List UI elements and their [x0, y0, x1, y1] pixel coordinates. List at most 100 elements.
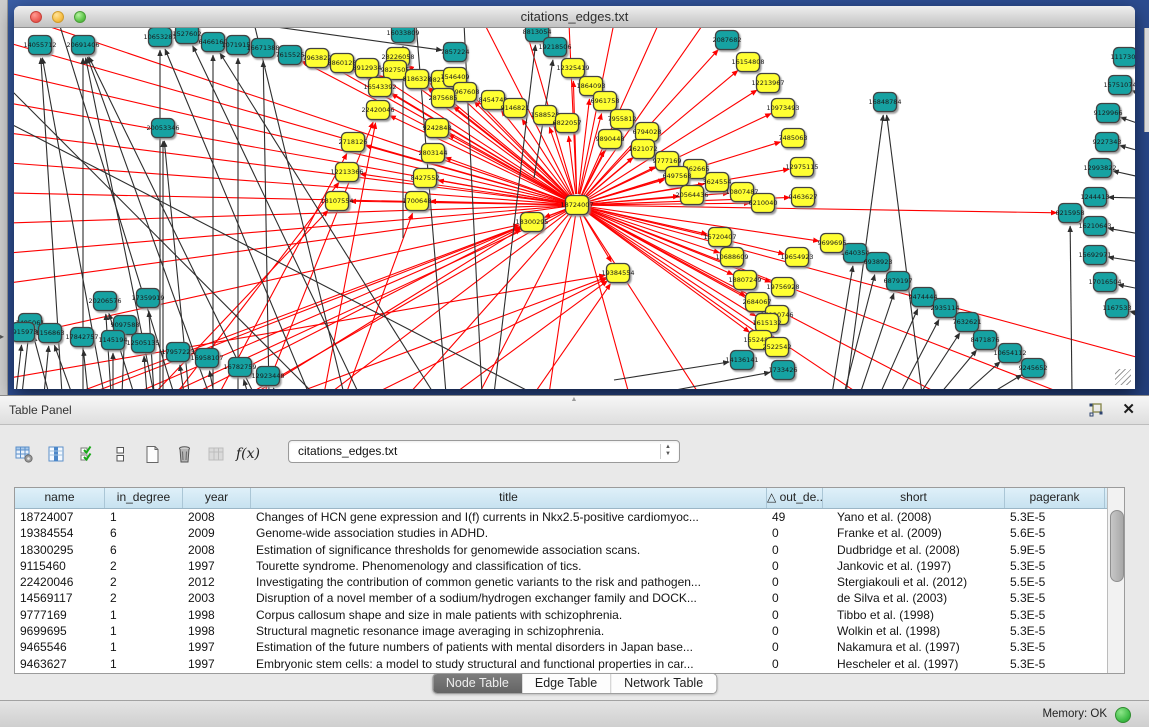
- graph-node[interactable]: 12213967: [751, 74, 784, 93]
- graph-node[interactable]: 2522542: [763, 338, 792, 357]
- graph-node[interactable]: 19654923: [780, 248, 813, 267]
- graph-node[interactable]: 17359919: [131, 289, 164, 308]
- merge-rows-icon[interactable]: [106, 440, 134, 468]
- graph-node[interactable]: 20053346: [146, 119, 179, 138]
- table-row[interactable]: 1830029562008Estimation of significance …: [15, 542, 1124, 558]
- graph-node[interactable]: 9129966: [1094, 104, 1123, 123]
- table-row[interactable]: 2242004622012Investigating the contribut…: [15, 574, 1124, 590]
- graph-node[interactable]: 15692971: [1078, 246, 1111, 265]
- table-row[interactable]: 1938455462009Genome-wide association stu…: [15, 525, 1124, 541]
- table-selector-dropdown[interactable]: citations_edges.txt ▲▼: [288, 440, 680, 463]
- graph-node[interactable]: 6497568: [663, 167, 692, 186]
- graph-node[interactable]: 10973493: [766, 99, 799, 118]
- graph-node[interactable]: 1145194: [99, 331, 128, 350]
- graph-node[interactable]: 16848784: [868, 93, 901, 112]
- graph-node[interactable]: 19756928: [766, 278, 799, 297]
- citation-network-graph[interactable]: 1872400714055712206914061065328715276026…: [14, 28, 1135, 389]
- graph-node[interactable]: 6938923: [864, 253, 893, 272]
- table-settings-icon[interactable]: [10, 440, 38, 468]
- graph-node[interactable]: 17842757: [65, 328, 98, 347]
- graph-node[interactable]: 19384554: [601, 264, 634, 283]
- table-row[interactable]: 946554611997Estimation of the future num…: [15, 639, 1124, 655]
- graph-node[interactable]: 6879197: [884, 272, 913, 291]
- graph-node[interactable]: 9242848: [423, 119, 452, 138]
- close-panel-icon[interactable]: ✕: [1122, 400, 1135, 418]
- graph-node[interactable]: 8471876: [971, 331, 1000, 350]
- table-row[interactable]: 911546021997Tourette syndrome. Phenomeno…: [15, 558, 1124, 574]
- graph-node[interactable]: 2718126: [339, 133, 368, 152]
- graph-node[interactable]: 7485063: [779, 129, 808, 148]
- graph-node[interactable]: 1733426: [769, 361, 798, 380]
- graph-node[interactable]: 18807249: [728, 271, 761, 290]
- table-row[interactable]: 969969511998Structural magnetic resonanc…: [15, 623, 1124, 639]
- column-header-title[interactable]: title: [251, 488, 767, 508]
- graph-node[interactable]: 18107554: [320, 192, 353, 211]
- graph-node[interactable]: 9890448: [596, 130, 625, 149]
- graph-node[interactable]: 9699695: [818, 234, 847, 253]
- network-view-canvas[interactable]: 1872400714055712206914061065328715276026…: [14, 28, 1135, 389]
- graph-node[interactable]: 18300295: [515, 213, 548, 232]
- column-header-short[interactable]: short: [823, 488, 1005, 508]
- column-header-out_degree[interactable]: △ out_de...: [767, 488, 823, 508]
- graph-node[interactable]: 12975115: [785, 158, 818, 177]
- graph-node[interactable]: 9463627: [789, 188, 818, 207]
- panel-resize-grip-icon[interactable]: ▲: [570, 397, 579, 402]
- graph-node[interactable]: 14055712: [23, 36, 56, 55]
- table-row[interactable]: 1872400712008Changes of HCN gene express…: [15, 509, 1124, 525]
- graph-node[interactable]: 1527602: [173, 28, 202, 44]
- graph-node[interactable]: 6210040: [749, 194, 778, 213]
- graph-node[interactable]: 1117304: [1111, 48, 1135, 67]
- window-resize-grip[interactable]: [1115, 369, 1131, 385]
- graph-node[interactable]: 20691406: [66, 36, 99, 55]
- graph-node[interactable]: 18724007: [560, 196, 593, 215]
- graph-node[interactable]: 8215958: [1056, 204, 1085, 223]
- graph-node[interactable]: 7632621: [953, 313, 982, 332]
- create-column-icon[interactable]: [138, 440, 166, 468]
- graph-node[interactable]: 1700648: [403, 192, 432, 211]
- graph-node[interactable]: 1244413: [1081, 188, 1110, 207]
- network-window-titlebar[interactable]: citations_edges.txt: [14, 6, 1135, 28]
- memory-ok-indicator-icon[interactable]: [1115, 707, 1131, 723]
- graph-node[interactable]: 7857224: [441, 43, 470, 62]
- graph-node[interactable]: 16033809: [386, 28, 419, 43]
- graph-node[interactable]: 16543392: [363, 78, 396, 97]
- graph-node[interactable]: 1167533: [1103, 299, 1132, 318]
- graph-node[interactable]: 12213366: [330, 163, 363, 182]
- graph-node[interactable]: 6794028: [633, 123, 662, 142]
- graph-node[interactable]: 2087682: [713, 31, 742, 50]
- graph-node[interactable]: 2803144: [419, 144, 448, 163]
- graph-node[interactable]: 16958107: [190, 349, 223, 368]
- column-header-name[interactable]: name: [15, 488, 105, 508]
- graph-node[interactable]: 2935114: [931, 299, 960, 318]
- table-row[interactable]: 1456911722003Disruption of a novel membe…: [15, 590, 1124, 606]
- scrollbar-thumb[interactable]: [1110, 510, 1124, 582]
- column-header-pagerank[interactable]: pagerank: [1005, 488, 1105, 508]
- graph-node[interactable]: 7615525: [276, 46, 305, 65]
- graph-node[interactable]: 15720407: [703, 228, 736, 247]
- graph-node[interactable]: 8912934: [353, 59, 382, 78]
- graph-node[interactable]: 9227343: [1093, 133, 1122, 152]
- graph-node[interactable]: 3915973: [14, 323, 37, 342]
- show-columns-icon[interactable]: [42, 440, 70, 468]
- graph-node[interactable]: 1156863: [36, 324, 65, 343]
- graph-node[interactable]: 19218506: [538, 38, 571, 57]
- panel-collapse-arrow-icon[interactable]: ▸: [0, 332, 4, 341]
- graph-node[interactable]: 8427552: [411, 169, 440, 188]
- graph-node[interactable]: 17016504: [1088, 273, 1121, 292]
- select-columns-check-icon[interactable]: [74, 440, 102, 468]
- graph-node[interactable]: 1621072: [629, 140, 658, 159]
- graph-node[interactable]: 10654112: [993, 344, 1026, 363]
- graph-node[interactable]: 16210643: [1078, 217, 1111, 236]
- function-builder-icon[interactable]: f(x): [234, 440, 262, 468]
- float-window-icon[interactable]: [1087, 402, 1105, 418]
- graph-node[interactable]: 20564436: [675, 186, 708, 205]
- graph-node[interactable]: 12505135: [126, 334, 159, 353]
- tab-network-table[interactable]: Network Table: [611, 674, 716, 693]
- graph-node[interactable]: 15751074: [1103, 76, 1135, 95]
- graph-node[interactable]: 6822057: [553, 114, 582, 133]
- graph-node[interactable]: 16154808: [731, 53, 764, 72]
- graph-node[interactable]: 7955812: [608, 110, 637, 129]
- tab-node-table[interactable]: Node Table: [433, 674, 522, 693]
- graph-node[interactable]: 6961758: [591, 92, 620, 111]
- graph-node[interactable]: 8186328: [403, 70, 432, 89]
